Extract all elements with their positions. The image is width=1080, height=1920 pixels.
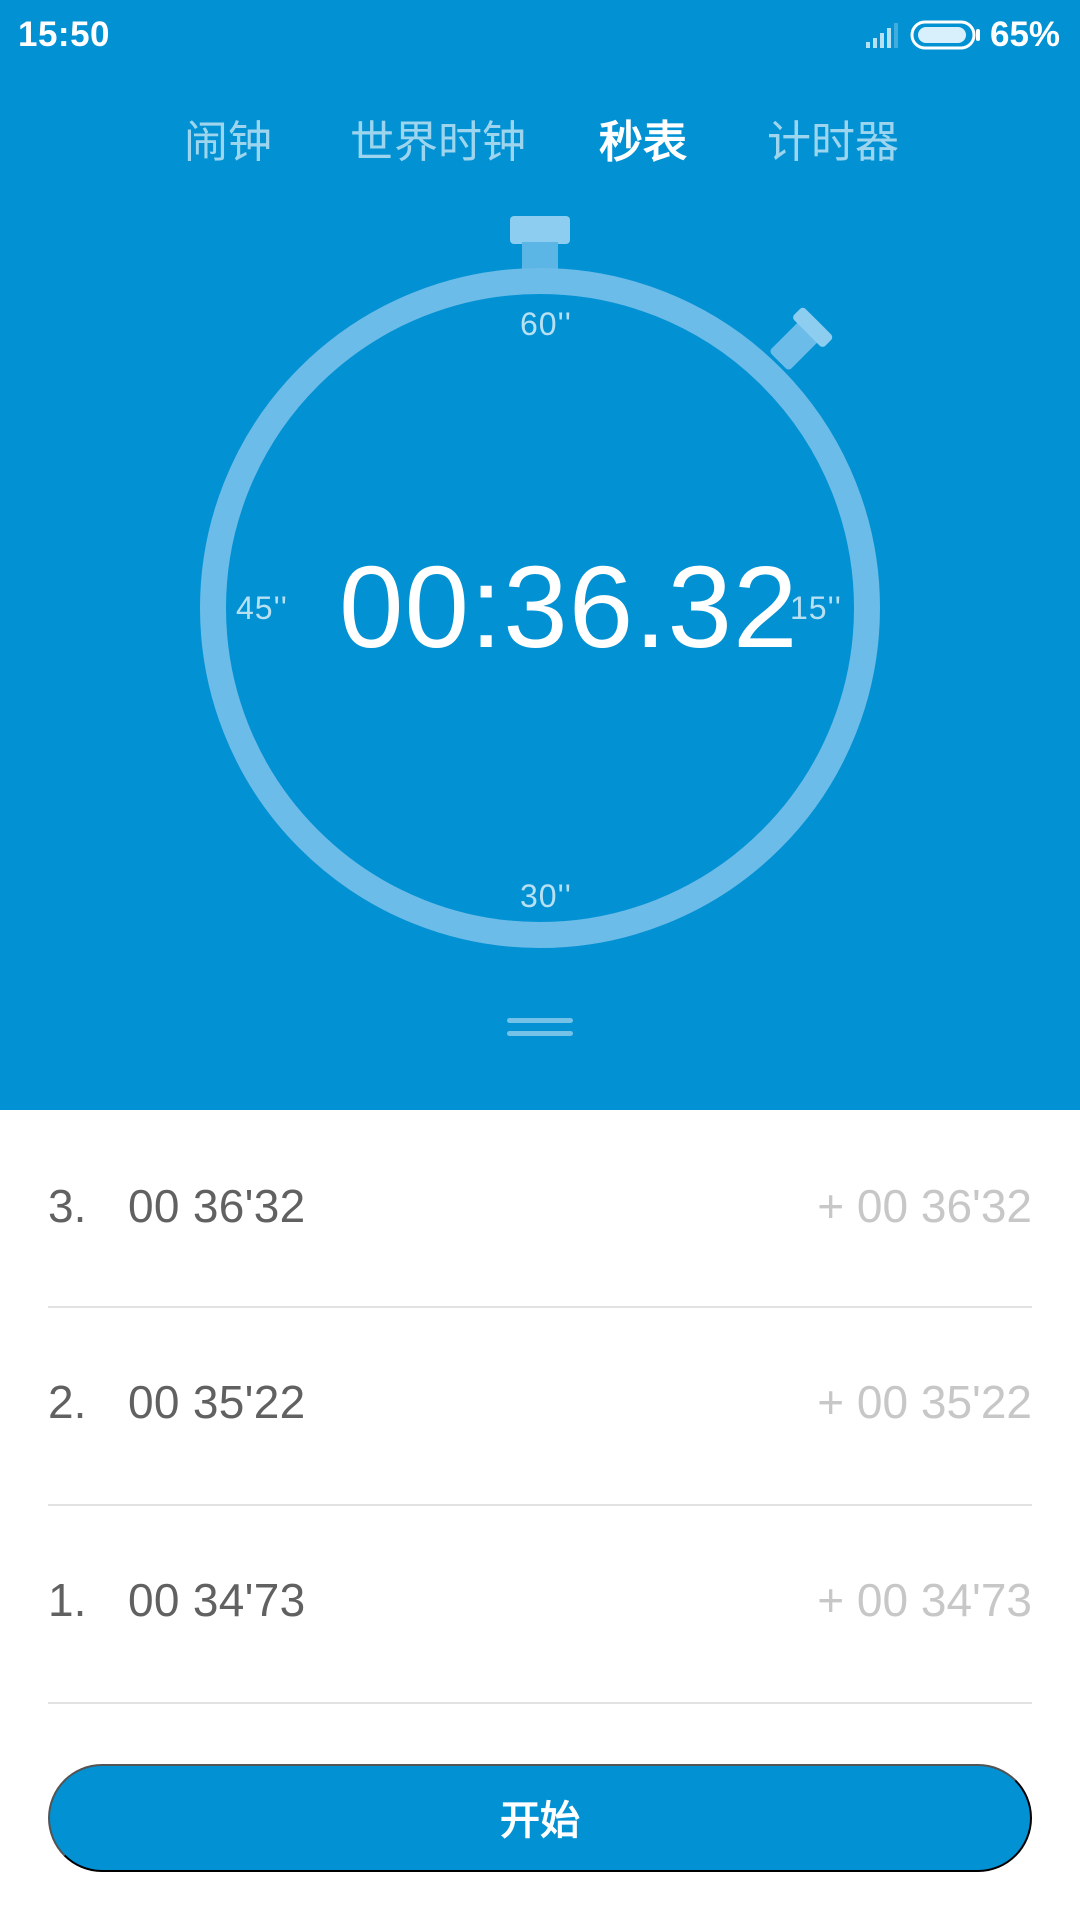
lap-index: 2. — [48, 1376, 87, 1428]
lap-time: 00 36'32 — [128, 1180, 306, 1232]
drag-handle-icon[interactable] — [507, 1014, 573, 1040]
dial-label-60-seconds: 60'' — [520, 306, 572, 342]
lap-difference: + 00 36'32 — [817, 1180, 1032, 1232]
stopwatch-header-panel: 15:50 65% 闹钟 世界时钟 秒表 计时器 60'' 15'' 30'' … — [0, 0, 1080, 1110]
lap-index: 1. — [48, 1574, 87, 1626]
lap-row-3: 3. 00 36'32 + 00 36'32 — [48, 1110, 1032, 1308]
elapsed-time: 00:36.32 — [339, 542, 799, 672]
lap-time: 00 35'22 — [128, 1376, 306, 1428]
lap-index: 3. — [48, 1180, 87, 1232]
lap-difference: + 00 34'73 — [817, 1574, 1032, 1626]
drag-handle-line — [507, 1031, 573, 1036]
drag-handle-line — [507, 1018, 573, 1023]
clock-stopwatch-screen: 15:50 65% 闹钟 世界时钟 秒表 计时器 60'' 15'' 30'' … — [0, 0, 1080, 1920]
dial-label-45-seconds: 45'' — [236, 590, 288, 626]
dial-label-30-seconds: 30'' — [520, 878, 572, 914]
lap-row-1: 1. 00 34'73 + 00 34'73 — [48, 1504, 1032, 1704]
lap-row-2: 2. 00 35'22 + 00 35'22 — [48, 1306, 1032, 1506]
stopwatch-crown-icon — [510, 216, 570, 244]
lap-list: 3. 00 36'32 + 00 36'32 2. 00 35'22 + 00 … — [48, 1110, 1032, 1710]
start-button[interactable]: 开始 — [48, 1764, 1032, 1872]
lap-difference: + 00 35'22 — [817, 1376, 1032, 1428]
lap-time: 00 34'73 — [128, 1574, 306, 1626]
